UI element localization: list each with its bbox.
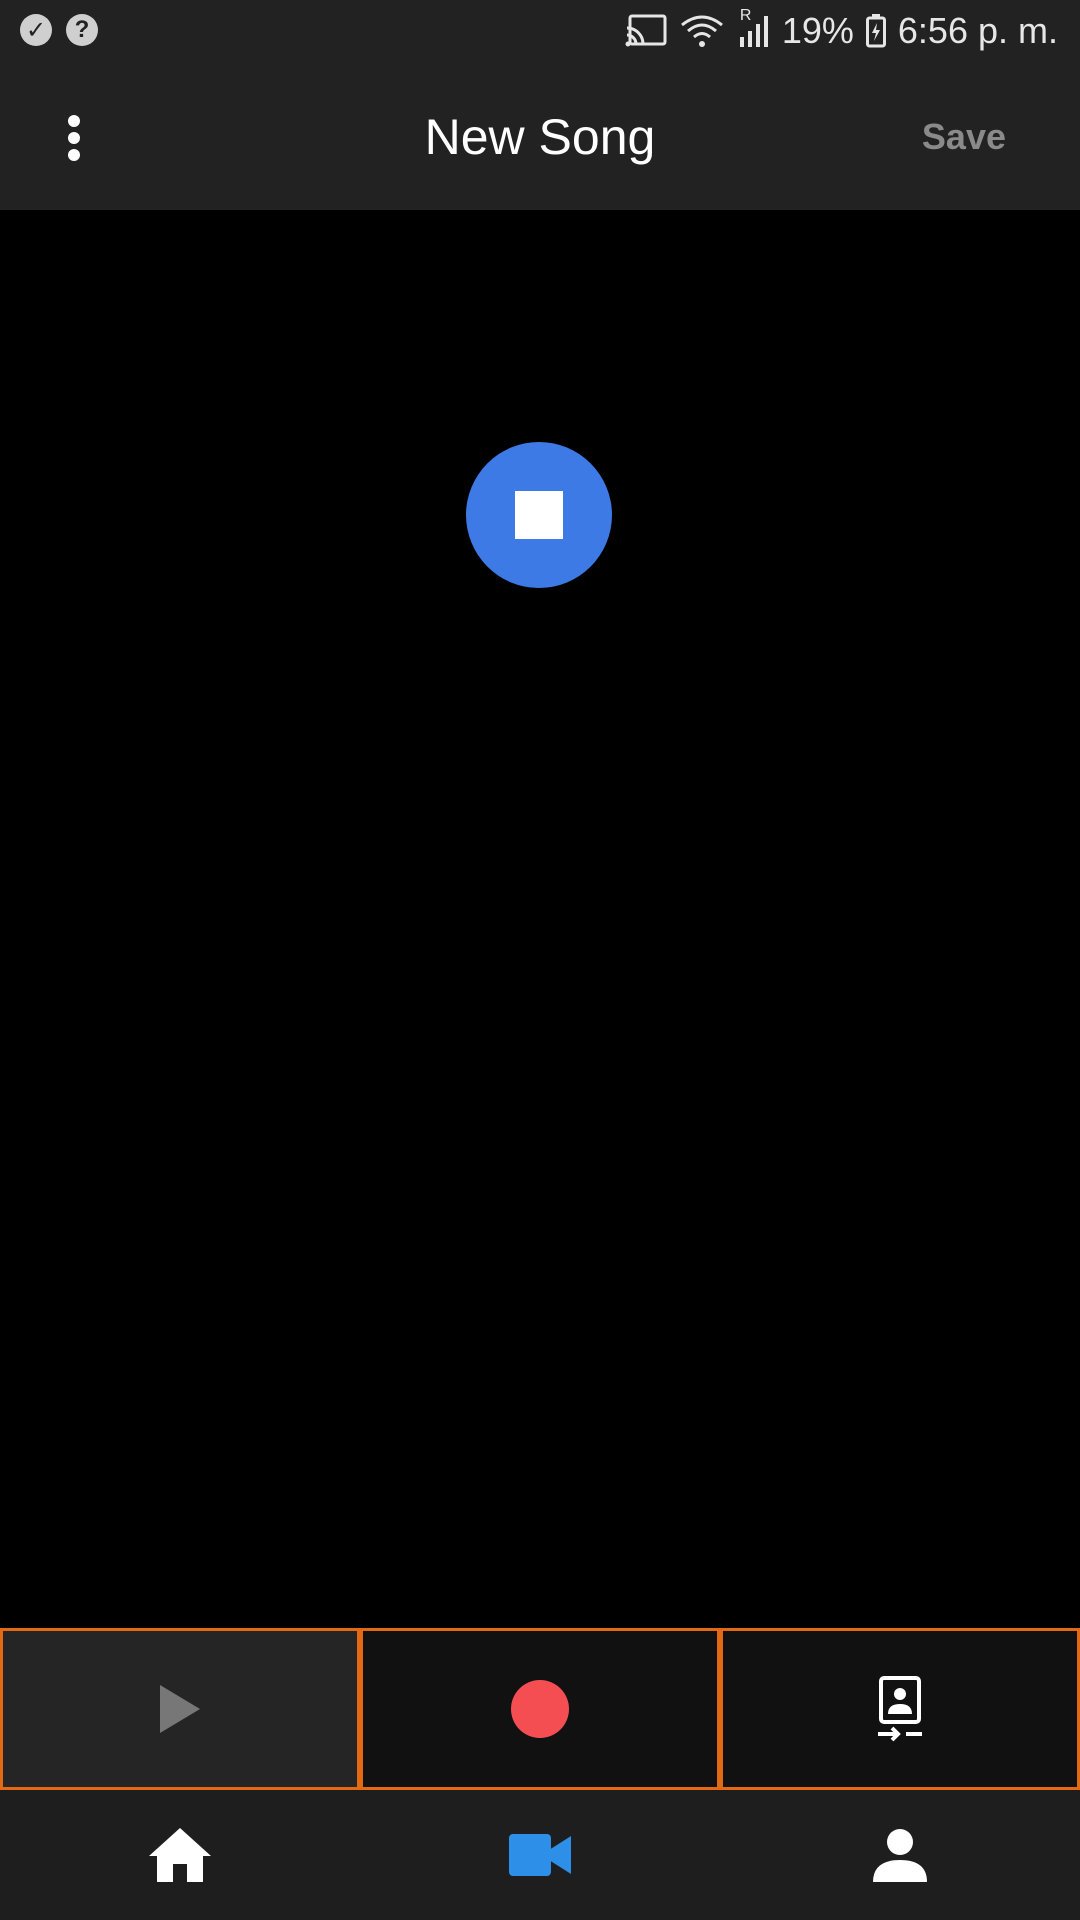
cast-icon	[624, 13, 668, 49]
bottom-navigation	[0, 1790, 1080, 1920]
status-right-icons: R 19% 6:56 p. m.	[624, 7, 1058, 52]
stop-icon	[515, 491, 563, 539]
battery-icon	[865, 14, 886, 48]
video-camera-icon	[509, 1834, 571, 1876]
nav-camera[interactable]	[360, 1790, 720, 1920]
record-button[interactable]	[360, 1628, 720, 1790]
switch-camera-icon	[878, 1676, 922, 1742]
stop-button[interactable]	[466, 442, 612, 588]
battery-percent: 19%	[781, 10, 854, 51]
nav-profile[interactable]	[720, 1790, 1080, 1920]
camera-preview-area	[0, 210, 1080, 1628]
home-icon	[149, 1828, 211, 1882]
status-left-icons: ✓ ?	[20, 14, 98, 46]
switch-camera-button[interactable]	[720, 1628, 1080, 1790]
playback-controls	[0, 1628, 1080, 1790]
signal-roaming-label: R	[739, 7, 752, 24]
status-bar: ✓ ? R 19% 6:56 p. m.	[0, 0, 1080, 64]
status-time: 6:56 p. m.	[897, 10, 1058, 51]
help-circle-icon: ?	[66, 14, 98, 46]
signal-icon: R	[736, 7, 770, 49]
screen: ✓ ? R 19% 6:56 p. m. New Song Save	[0, 0, 1080, 1920]
page-title: New Song	[424, 109, 656, 165]
save-button[interactable]: Save	[922, 116, 1006, 158]
nav-home[interactable]	[0, 1790, 360, 1920]
check-circle-icon: ✓	[20, 14, 52, 46]
wifi-icon	[680, 13, 724, 49]
app-bar: New Song Save	[0, 64, 1080, 210]
play-icon	[160, 1685, 200, 1733]
person-icon	[873, 1829, 927, 1882]
record-icon	[511, 1680, 569, 1738]
play-button[interactable]	[0, 1628, 360, 1790]
